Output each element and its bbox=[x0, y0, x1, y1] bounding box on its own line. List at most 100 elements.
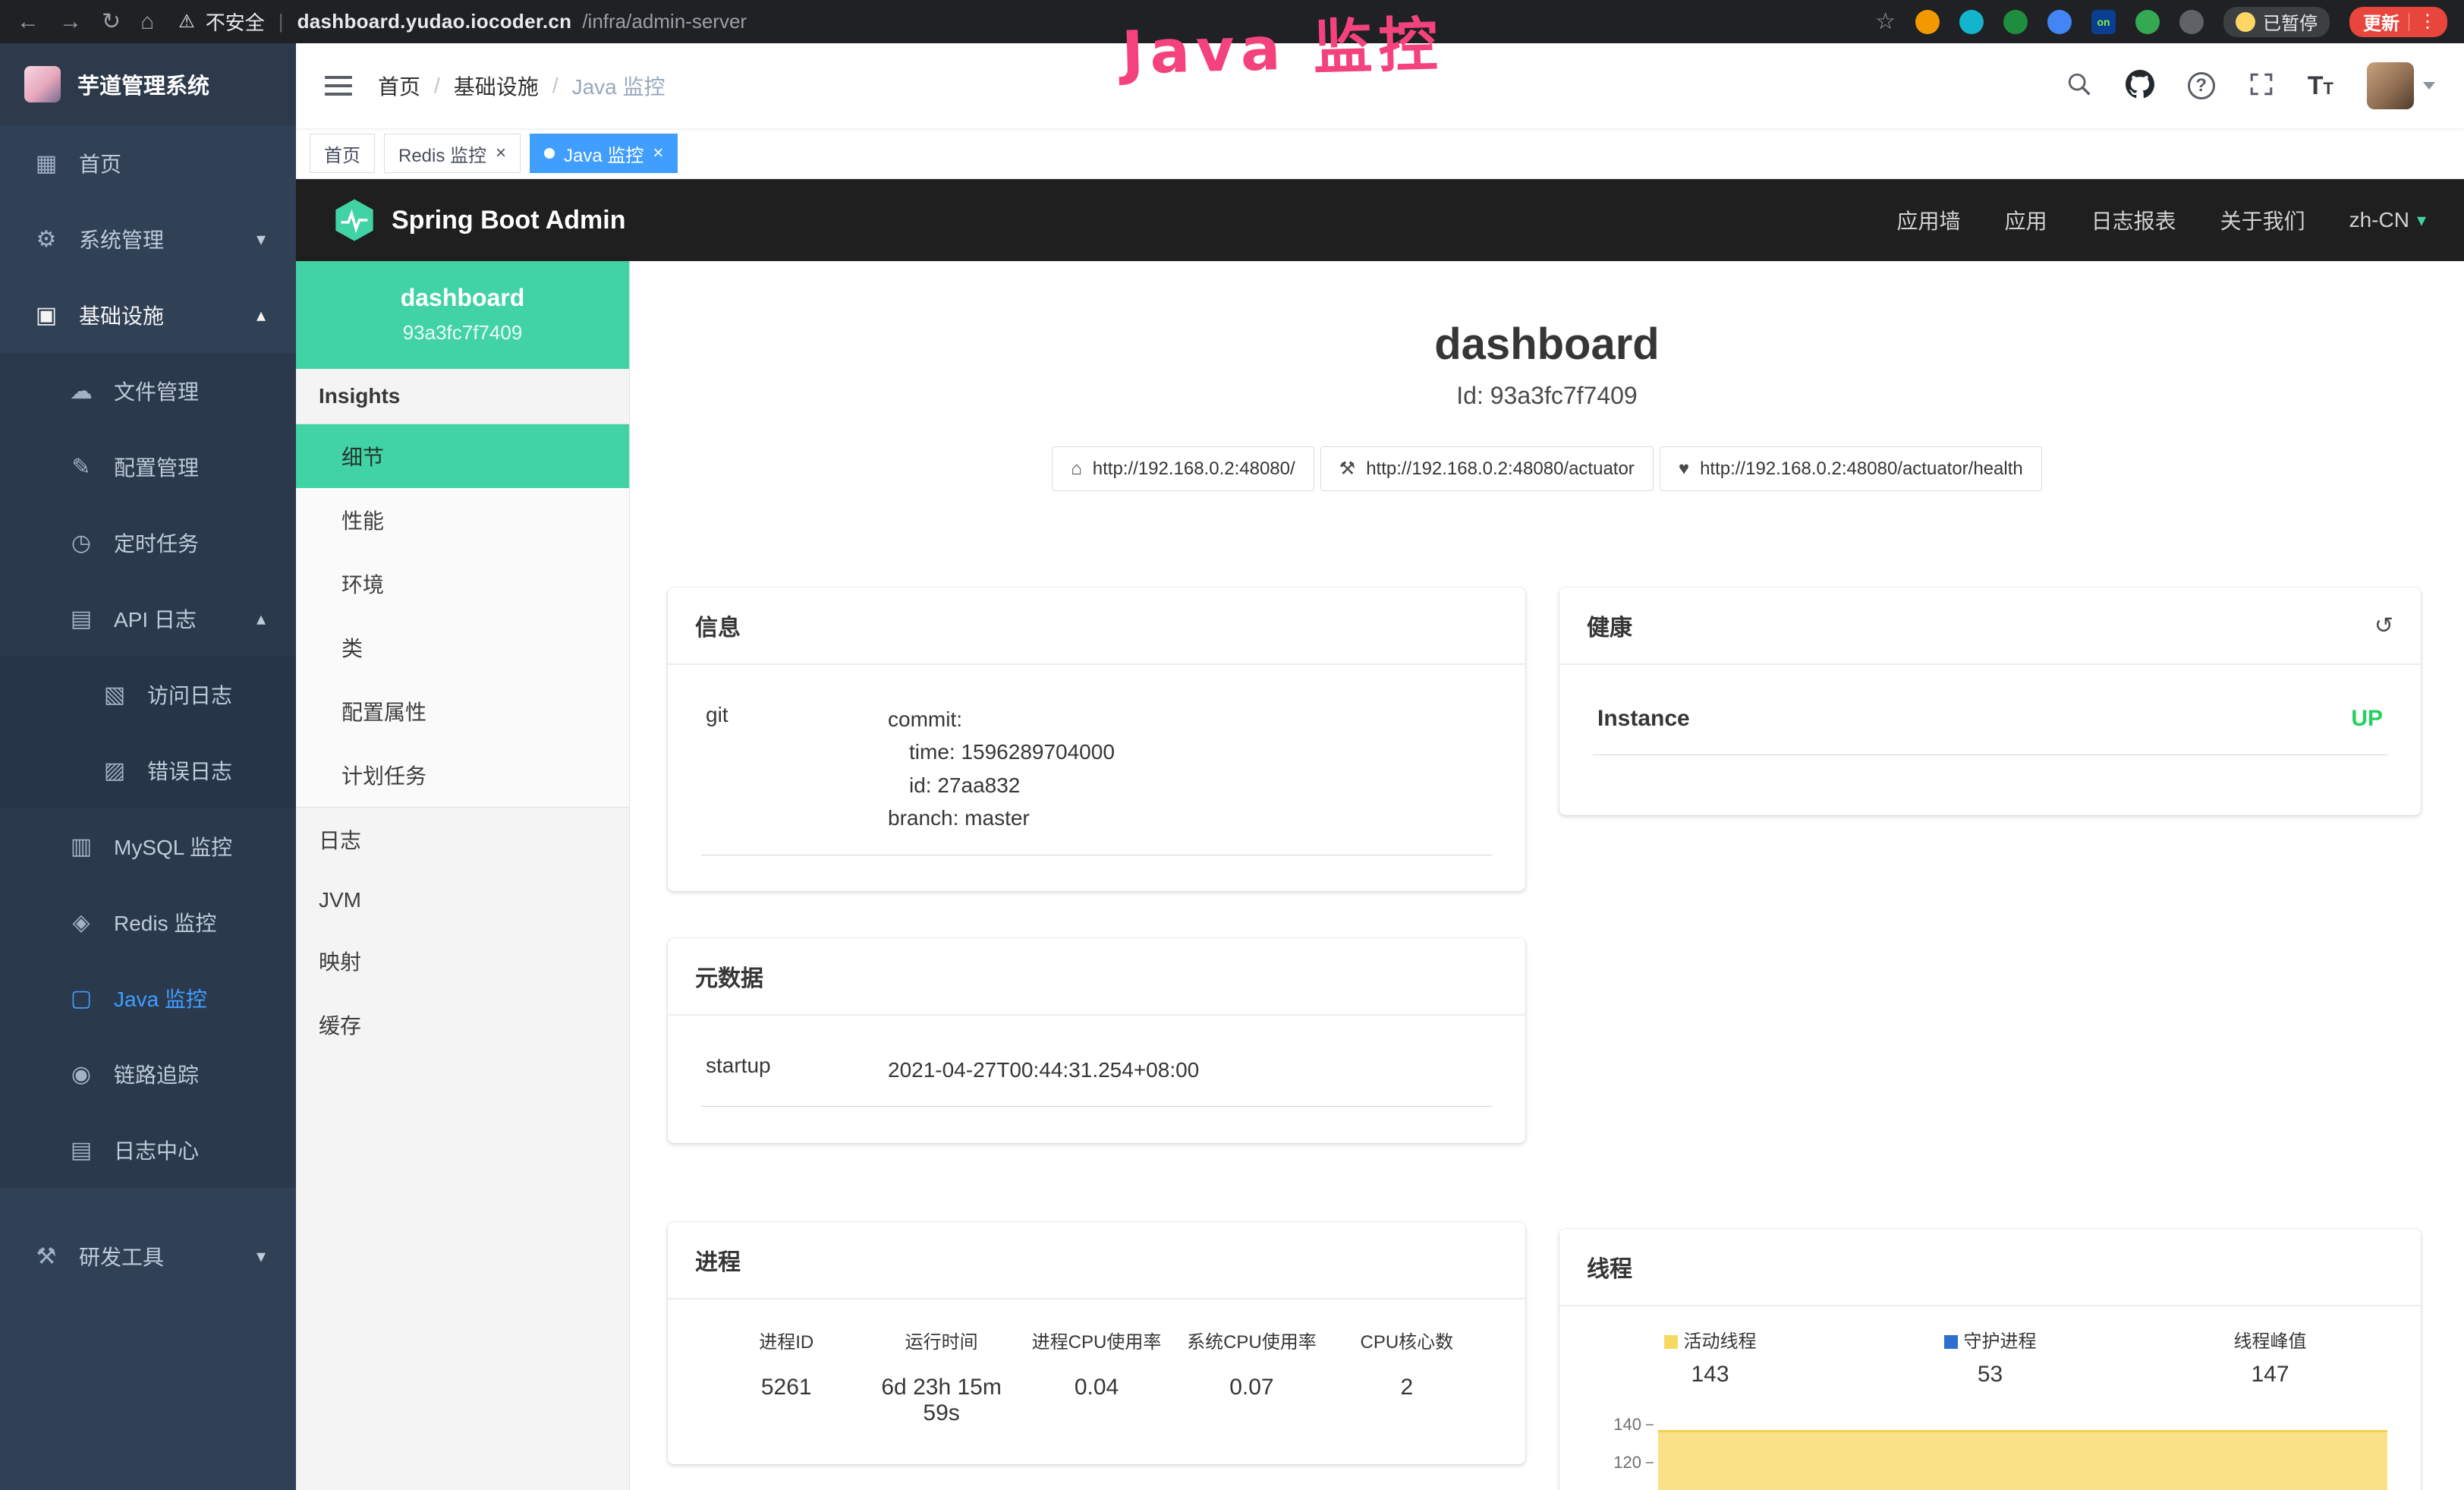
address-bar[interactable]: ⚠ 不安全 | dashboard.yudao.iocoder.cn /infr… bbox=[178, 8, 747, 36]
page-subtitle: Id: 93a3fc7f7409 bbox=[630, 382, 2464, 410]
sba-instance-header[interactable]: dashboard 93a3fc7f7409 bbox=[296, 261, 629, 369]
profile-paused-chip[interactable]: 已暂停 bbox=[2223, 7, 2330, 37]
back-icon[interactable]: ← bbox=[17, 9, 39, 35]
sidebar-item-error-logs[interactable]: ▨ 错误日志 bbox=[0, 732, 296, 808]
reload-icon[interactable]: ↻ bbox=[102, 8, 121, 35]
chevron-down-icon: ▾ bbox=[256, 1246, 266, 1268]
link-actuator-url[interactable]: ⚒ http://192.168.0.2:48080/actuator bbox=[1320, 446, 1654, 491]
tags-view-bar: 首页 Redis 监控 × Java 监控 × bbox=[296, 128, 2464, 179]
health-instance-row[interactable]: Instance UP bbox=[1593, 683, 2387, 755]
breadcrumb-home[interactable]: 首页 bbox=[378, 71, 420, 101]
sidebar-item-label: 日志中心 bbox=[114, 1135, 199, 1165]
fullscreen-icon[interactable] bbox=[2248, 71, 2274, 101]
sba-item-details[interactable]: 细节 bbox=[296, 424, 629, 488]
bookmark-star-icon[interactable]: ☆ bbox=[1875, 8, 1896, 35]
tab-home[interactable]: 首页 bbox=[310, 134, 375, 173]
help-icon[interactable]: ? bbox=[2188, 72, 2215, 99]
extension-icon[interactable] bbox=[2003, 10, 2028, 34]
tab-redis-monitor[interactable]: Redis 监控 × bbox=[384, 134, 521, 173]
extension-icon[interactable] bbox=[1915, 10, 1940, 34]
sidebar-item-config-manage[interactable]: ✎ 配置管理 bbox=[0, 429, 296, 505]
logo-avatar bbox=[24, 66, 61, 102]
sba-nav-about[interactable]: 关于我们 bbox=[2220, 205, 2305, 235]
sidebar-item-system[interactable]: ⚙ 系统管理 ▾ bbox=[0, 201, 296, 277]
sidebar-item-infra[interactable]: ▣ 基础设施 ▴ bbox=[0, 277, 296, 353]
extension-puzzle-icon[interactable] bbox=[2179, 10, 2204, 34]
link-health-url[interactable]: ♥ http://192.168.0.2:48080/actuator/heal… bbox=[1660, 446, 2042, 491]
url-divider: | bbox=[278, 10, 284, 33]
sidebar-item-log-center[interactable]: ▤ 日志中心 bbox=[0, 1112, 296, 1188]
sidebar-item-home[interactable]: ▦ 首页 bbox=[0, 125, 296, 201]
heart-icon: ♥ bbox=[1679, 458, 1689, 480]
process-col-proc-cpu: 进程CPU使用率 0.04 bbox=[1019, 1327, 1174, 1426]
link-root-url[interactable]: ⌂ http://192.168.0.2:48080/ bbox=[1052, 446, 1314, 491]
font-size-icon[interactable]: T T bbox=[2308, 71, 2333, 101]
sidebar-item-scheduled-jobs[interactable]: ◷ 定时任务 bbox=[0, 505, 296, 581]
sba-item-classes[interactable]: 类 bbox=[296, 616, 629, 679]
browser-chrome: ← → ↻ ⌂ ⚠ 不安全 | dashboard.yudao.iocoder.… bbox=[0, 0, 2464, 43]
home-icon[interactable]: ⌂ bbox=[140, 9, 154, 35]
kebab-menu-icon[interactable]: ⋮ bbox=[2418, 11, 2437, 33]
sidebar-item-label: Redis 监控 bbox=[114, 907, 216, 937]
health-status-badge: UP bbox=[2351, 706, 2383, 732]
sba-item-metrics[interactable]: 性能 bbox=[296, 488, 629, 552]
sidebar-item-trace[interactable]: ◉ 链路追踪 bbox=[0, 1036, 296, 1112]
edit-icon: ✎ bbox=[67, 454, 96, 480]
sidebar-item-file-manage[interactable]: ☁ 文件管理 bbox=[0, 353, 296, 429]
live-threads-area bbox=[1658, 1430, 2387, 1490]
topbar: 首页 / 基础设施 / Java 监控 ? T T bbox=[296, 43, 2464, 128]
search-icon[interactable] bbox=[2066, 71, 2092, 101]
extension-icon[interactable] bbox=[2135, 10, 2160, 34]
extension-on-icon[interactable]: on bbox=[2091, 10, 2116, 34]
sba-item-scheduled-tasks[interactable]: 计划任务 bbox=[296, 743, 629, 807]
spring-boot-admin-frame: Spring Boot Admin 应用墙 应用 日志报表 关于我们 zh-CN… bbox=[296, 179, 2464, 1490]
sidebar-item-mysql-monitor[interactable]: ▥ MySQL 监控 bbox=[0, 808, 296, 884]
breadcrumb-infra[interactable]: 基础设施 bbox=[454, 71, 539, 101]
profile-avatar-icon bbox=[2236, 12, 2255, 32]
update-button[interactable]: 更新 ⋮ bbox=[2349, 7, 2447, 37]
extension-icon[interactable] bbox=[2047, 10, 2072, 34]
metadata-value: 2021-04-27T00:44:31.254+08:00 bbox=[888, 1054, 1199, 1086]
sidebar-item-label: 文件管理 bbox=[114, 376, 199, 406]
sidebar-item-redis-monitor[interactable]: ◈ Redis 监控 bbox=[0, 884, 296, 960]
sba-item-environment[interactable]: 环境 bbox=[296, 552, 629, 616]
history-icon[interactable]: ↺ bbox=[2374, 613, 2393, 639]
sidebar-item-api-logs[interactable]: ▤ API 日志 ▴ bbox=[0, 581, 296, 657]
tab-java-monitor[interactable]: Java 监控 × bbox=[530, 134, 678, 173]
sba-nav-wallboard[interactable]: 应用墙 bbox=[1897, 205, 1961, 235]
git-commit-id: id: 27aa832 bbox=[909, 769, 1115, 802]
legend-label: 活动线程 bbox=[1684, 1331, 1757, 1352]
chevron-up-icon: ▴ bbox=[256, 608, 266, 630]
url-host: dashboard.yudao.iocoder.cn bbox=[297, 10, 572, 33]
github-icon[interactable] bbox=[2126, 70, 2154, 102]
forward-icon[interactable]: → bbox=[59, 9, 82, 35]
user-avatar-menu[interactable] bbox=[2367, 62, 2435, 109]
sidebar-item-access-logs[interactable]: ▧ 访问日志 bbox=[0, 657, 296, 732]
sba-nav-applications[interactable]: 应用 bbox=[2005, 205, 2047, 235]
paused-label: 已暂停 bbox=[2263, 8, 2318, 35]
sba-item-loggers[interactable]: 日志 bbox=[296, 808, 629, 871]
sba-item-caches[interactable]: 缓存 bbox=[296, 993, 629, 1057]
sba-item-config-props[interactable]: 配置属性 bbox=[296, 679, 629, 743]
hamburger-icon[interactable] bbox=[325, 76, 352, 96]
close-icon[interactable]: × bbox=[653, 144, 663, 162]
extension-icon[interactable] bbox=[1959, 10, 1984, 34]
sba-brand[interactable]: Spring Boot Admin bbox=[334, 198, 625, 242]
sba-item-jvm[interactable]: JVM bbox=[296, 871, 629, 929]
info-value: commit: time: 1596289704000 id: 27aa832 … bbox=[888, 703, 1115, 835]
sba-content: dashboard Id: 93a3fc7f7409 ⌂ http://192.… bbox=[630, 261, 2464, 1490]
legend-label: 守护进程 bbox=[1964, 1331, 2037, 1352]
security-warning-icon[interactable]: ⚠ bbox=[178, 11, 195, 33]
close-icon[interactable]: × bbox=[496, 144, 506, 162]
sidebar-item-dev-tools[interactable]: ⚒ 研发工具 ▾ bbox=[0, 1218, 296, 1294]
legend-yellow-swatch bbox=[1664, 1335, 1678, 1349]
page-title: dashboard bbox=[630, 319, 2464, 370]
sba-nav-journal[interactable]: 日志报表 bbox=[2091, 205, 2176, 235]
sba-item-mappings[interactable]: 映射 bbox=[296, 929, 629, 993]
col-value: 6d 23h 15m 59s bbox=[864, 1375, 1018, 1426]
sba-locale-select[interactable]: zh-CN ▾ bbox=[2349, 208, 2426, 232]
sidebar-item-java-monitor[interactable]: ▢ Java 监控 bbox=[0, 960, 296, 1036]
app-logo[interactable]: 芋道管理系统 bbox=[0, 43, 296, 125]
y-tick: 140 bbox=[1582, 1415, 1641, 1435]
font-size-small-glyph: T bbox=[2324, 79, 2333, 99]
